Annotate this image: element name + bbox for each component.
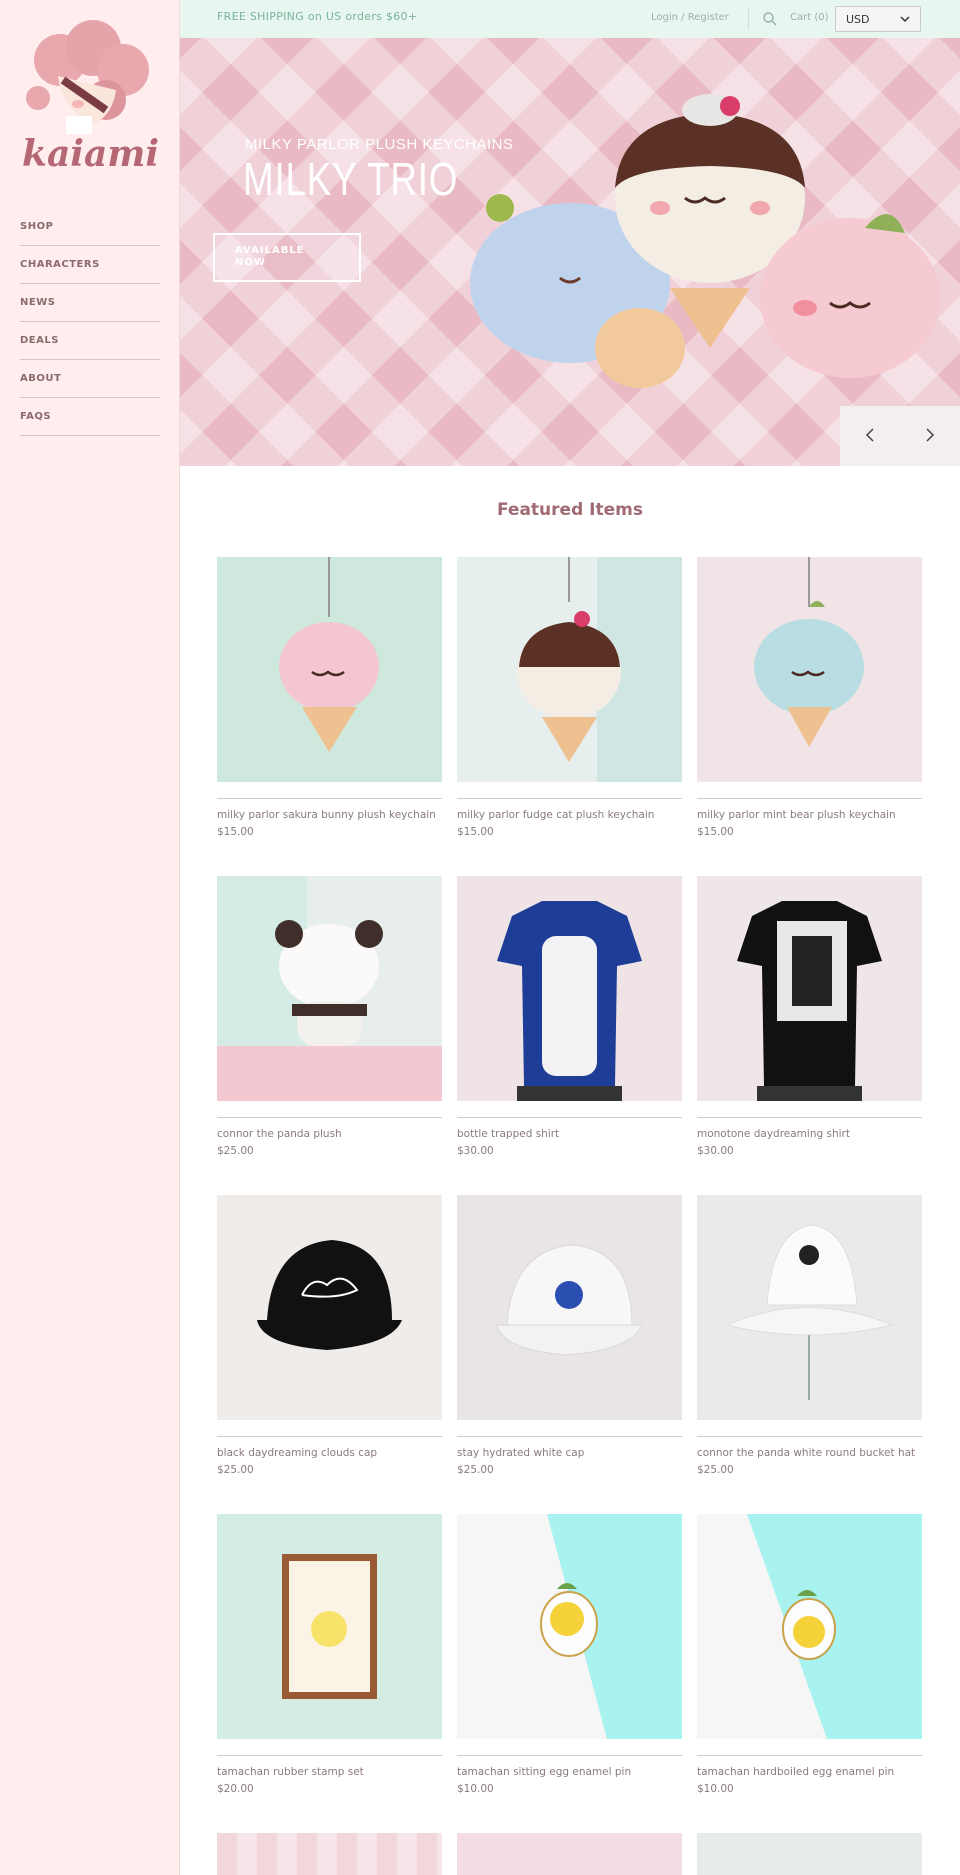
card-divider	[457, 798, 682, 799]
chevron-left-icon	[865, 427, 875, 446]
product-name[interactable]: milky parlor sakura bunny plush keychain	[217, 809, 442, 821]
product-price: $30.00	[697, 1145, 734, 1157]
product-card[interactable]: connor the panda plush $25.00	[217, 876, 442, 1195]
product-price: $30.00	[457, 1145, 494, 1157]
product-image[interactable]	[457, 876, 682, 1101]
product-card[interactable]	[697, 1833, 922, 1875]
card-divider	[697, 798, 922, 799]
product-price: $25.00	[217, 1464, 254, 1476]
product-name[interactable]: stay hydrated white cap	[457, 1447, 682, 1459]
divider	[748, 8, 749, 30]
main-nav: SHOP CHARACTERS NEWS DEALS ABOUT FAQS	[20, 208, 160, 436]
product-price: $20.00	[217, 1783, 254, 1795]
slider-controls	[840, 406, 960, 466]
next-slide-button[interactable]	[900, 406, 960, 466]
search-icon[interactable]	[762, 11, 778, 27]
product-image[interactable]	[697, 1514, 922, 1739]
product-card[interactable]: connor the panda white round bucket hat …	[697, 1195, 922, 1514]
product-image[interactable]	[457, 1833, 682, 1875]
product-name[interactable]: connor the panda white round bucket hat	[697, 1447, 922, 1459]
product-name[interactable]: milky parlor mint bear plush keychain	[697, 809, 922, 821]
prev-slide-button[interactable]	[840, 406, 900, 466]
card-divider	[457, 1436, 682, 1437]
nav-item-shop[interactable]: SHOP	[20, 208, 160, 246]
card-divider	[217, 1755, 442, 1756]
sidebar: kaiami SHOP CHARACTERS NEWS DEALS ABOUT …	[0, 0, 180, 1875]
product-price: $25.00	[697, 1464, 734, 1476]
top-bar: FREE SHIPPING on US orders $60+ Login / …	[180, 0, 960, 38]
card-divider	[217, 1117, 442, 1118]
chevron-right-icon	[925, 427, 935, 446]
hero-image	[470, 94, 940, 388]
card-divider	[217, 798, 442, 799]
product-image[interactable]	[217, 876, 442, 1101]
product-image[interactable]	[697, 557, 922, 782]
product-name[interactable]: monotone daydreaming shirt	[697, 1128, 922, 1140]
product-image[interactable]	[217, 1833, 442, 1875]
nav-item-about[interactable]: ABOUT	[20, 360, 160, 398]
hero-title: MILKY TRIO	[243, 153, 459, 205]
product-image[interactable]	[457, 1514, 682, 1739]
product-image[interactable]	[457, 557, 682, 782]
product-image[interactable]	[217, 1514, 442, 1739]
product-name[interactable]: black daydreaming clouds cap	[217, 1447, 442, 1459]
product-name[interactable]: tamachan rubber stamp set	[217, 1766, 442, 1778]
product-price: $15.00	[697, 826, 734, 838]
product-price: $10.00	[697, 1783, 734, 1795]
featured-title: Featured Items	[497, 500, 643, 520]
nav-item-news[interactable]: NEWS	[20, 284, 160, 322]
product-image[interactable]	[217, 1195, 442, 1420]
product-card[interactable]: bottle trapped shirt $30.00	[457, 876, 682, 1195]
product-price: $15.00	[457, 826, 494, 838]
nav-item-deals[interactable]: DEALS	[20, 322, 160, 360]
product-card[interactable]: tamachan rubber stamp set $20.00	[217, 1514, 442, 1833]
currency-value: USD	[846, 12, 870, 26]
product-card[interactable]	[457, 1833, 682, 1875]
card-divider	[697, 1755, 922, 1756]
card-divider	[697, 1117, 922, 1118]
product-card[interactable]: milky parlor sakura bunny plush keychain…	[217, 557, 442, 876]
product-price: $15.00	[217, 826, 254, 838]
product-grid: milky parlor sakura bunny plush keychain…	[217, 557, 923, 1875]
product-card[interactable]: stay hydrated white cap $25.00	[457, 1195, 682, 1514]
card-divider	[457, 1117, 682, 1118]
product-card[interactable]: monotone daydreaming shirt $30.00	[697, 876, 922, 1195]
login-register-link[interactable]: Login / Register	[651, 12, 729, 23]
product-image[interactable]	[217, 557, 442, 782]
product-name[interactable]: bottle trapped shirt	[457, 1128, 682, 1140]
available-now-button[interactable]: AVAILABLE NOW	[213, 233, 361, 282]
product-price: $25.00	[457, 1464, 494, 1476]
product-image[interactable]	[697, 1833, 922, 1875]
hero-subtitle: MILKY PARLOR PLUSH KEYCHAINS	[245, 136, 514, 153]
brand-logo[interactable]: kaiami	[18, 18, 164, 178]
hero-slider: MILKY PARLOR PLUSH KEYCHAINS MILKY TRIO …	[180, 38, 960, 466]
card-divider	[217, 1436, 442, 1437]
product-name[interactable]: connor the panda plush	[217, 1128, 442, 1140]
brand-wordmark: kaiami	[22, 133, 159, 175]
currency-select[interactable]: USD	[835, 6, 921, 32]
nav-item-faqs[interactable]: FAQS	[20, 398, 160, 436]
product-card[interactable]: black daydreaming clouds cap $25.00	[217, 1195, 442, 1514]
product-card[interactable]: tamachan hardboiled egg enamel pin $10.0…	[697, 1514, 922, 1833]
nav-item-characters[interactable]: CHARACTERS	[20, 246, 160, 284]
product-name[interactable]: milky parlor fudge cat plush keychain	[457, 809, 682, 821]
product-price: $10.00	[457, 1783, 494, 1795]
shipping-banner: FREE SHIPPING on US orders $60+	[217, 10, 418, 23]
product-card[interactable]: milky parlor mint bear plush keychain $1…	[697, 557, 922, 876]
card-divider	[697, 1436, 922, 1437]
product-image[interactable]	[697, 876, 922, 1101]
cart-link[interactable]: Cart (0)	[790, 12, 829, 23]
card-divider	[457, 1755, 682, 1756]
product-image[interactable]	[457, 1195, 682, 1420]
product-card[interactable]: milky parlor fudge cat plush keychain $1…	[457, 557, 682, 876]
product-image[interactable]	[697, 1195, 922, 1420]
product-card[interactable]	[217, 1833, 442, 1875]
product-name[interactable]: tamachan sitting egg enamel pin	[457, 1766, 682, 1778]
product-price: $25.00	[217, 1145, 254, 1157]
product-card[interactable]: tamachan sitting egg enamel pin $10.00	[457, 1514, 682, 1833]
product-name[interactable]: tamachan hardboiled egg enamel pin	[697, 1766, 922, 1778]
chevron-down-icon	[900, 13, 910, 26]
